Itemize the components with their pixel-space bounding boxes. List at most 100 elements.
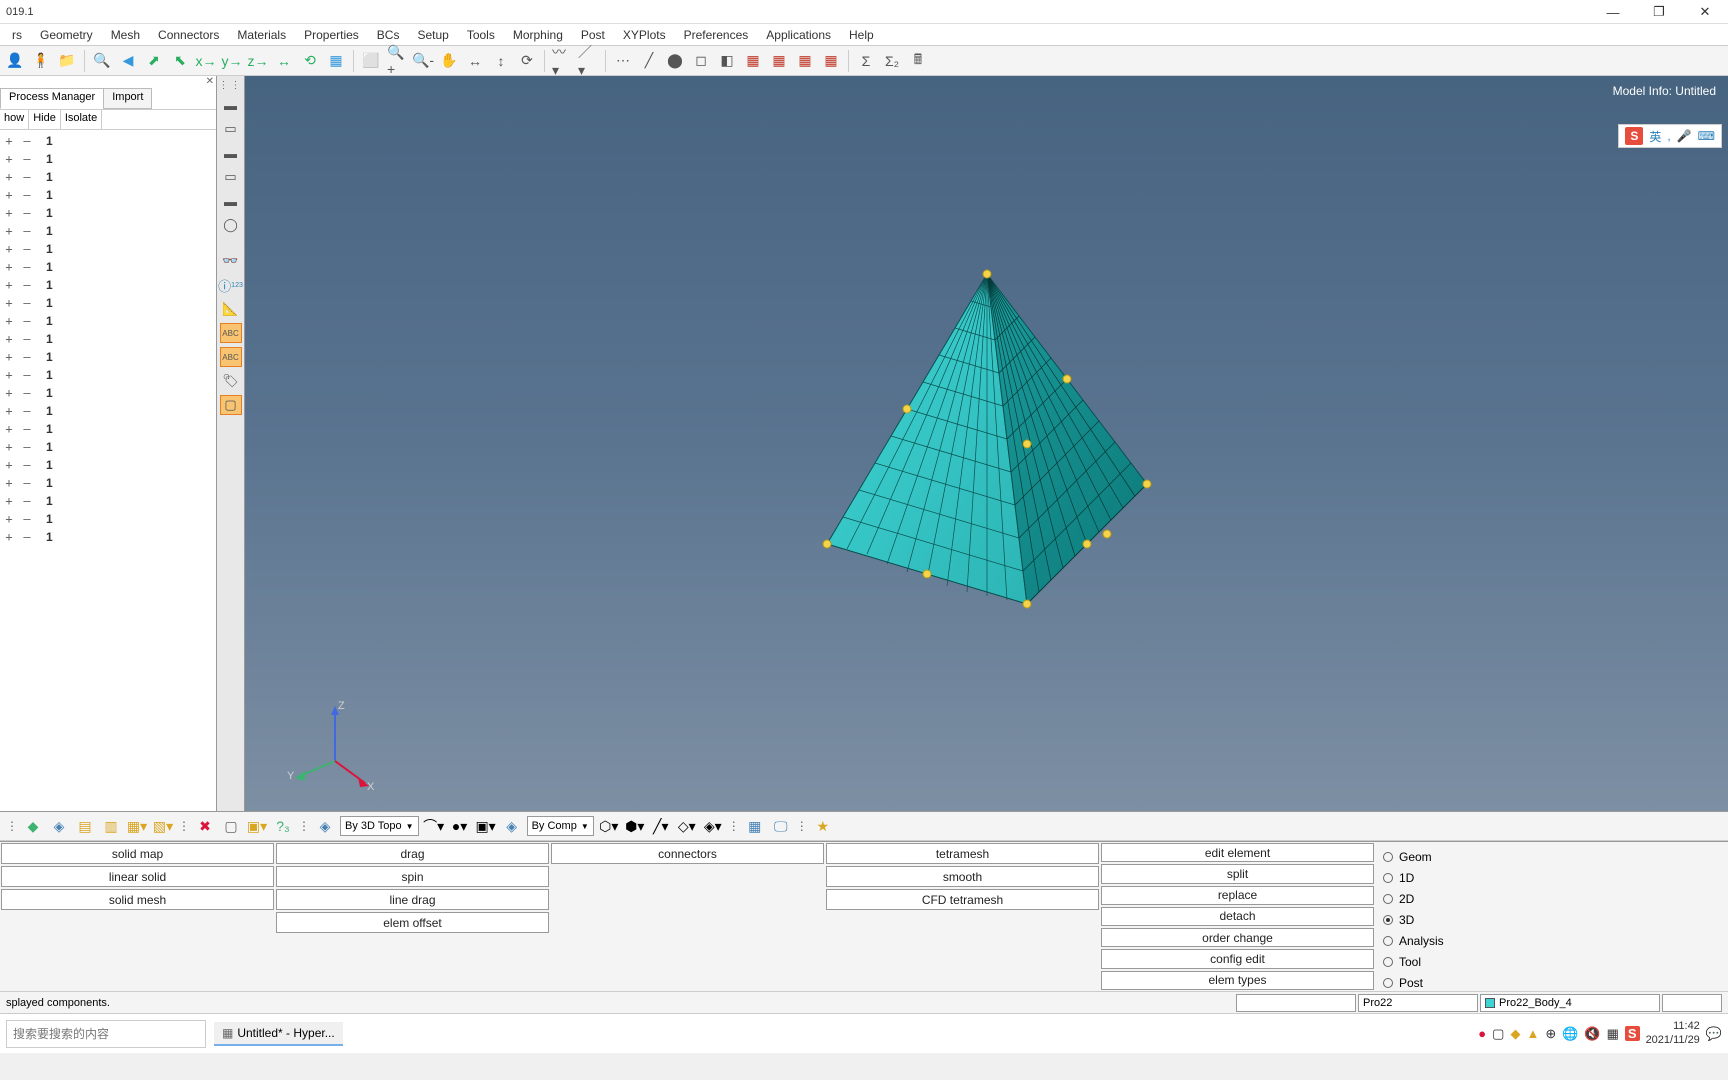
axis-z-icon[interactable]: z→ (247, 50, 269, 72)
expand-icon[interactable]: + (2, 422, 16, 436)
topo-combo[interactable]: By 3D Topo ▼ (340, 816, 419, 836)
network-icon[interactable]: 🌐 (1562, 1026, 1578, 1042)
btn-detach[interactable]: detach (1101, 907, 1374, 926)
btn-drag[interactable]: drag (276, 843, 549, 864)
tree-row[interactable]: +—1 (2, 528, 214, 546)
expand-icon[interactable]: + (2, 494, 16, 508)
record-icon[interactable]: ● (1478, 1026, 1486, 1041)
fill-icon[interactable]: ●▾ (449, 815, 471, 837)
viewport-3d[interactable]: Model Info: Untitled S 英 , 🎤 ⌨ (245, 76, 1728, 811)
axis-xy-icon[interactable]: ⬈ (143, 50, 165, 72)
axis-y-icon[interactable]: y→ (221, 50, 243, 72)
label-abc2-icon[interactable]: ABC (220, 347, 242, 367)
radio-2d[interactable]: 2D (1383, 888, 1487, 909)
btn-cfd-tetramesh[interactable]: CFD tetramesh (826, 889, 1099, 910)
cubes-icon[interactable]: ◧ (716, 50, 738, 72)
tray-icon[interactable]: ◆ (1510, 1026, 1520, 1042)
expand-icon[interactable]: + (2, 152, 16, 166)
user-icon[interactable]: 👤 (4, 50, 26, 72)
tree-row[interactable]: +—1 (2, 456, 214, 474)
zoom-icon[interactable]: 🔍 (91, 50, 113, 72)
menu-item[interactable]: Properties (296, 26, 367, 44)
cube2-icon[interactable]: ▣▾ (475, 815, 497, 837)
cube-icon[interactable]: ◻ (690, 50, 712, 72)
status-box-1[interactable] (1236, 994, 1356, 1012)
line-icon[interactable]: ／▾ (577, 50, 599, 72)
layers2-icon[interactable]: ▥ (100, 815, 122, 837)
panel-close-icon[interactable]: ✕ (206, 76, 214, 87)
fit-icon[interactable]: ▦ (325, 50, 347, 72)
mesh-icon[interactable]: ▦ (742, 50, 764, 72)
tree-row[interactable]: +—1 (2, 222, 214, 240)
comp-combo[interactable]: By Comp ▼ (527, 816, 594, 836)
tree-row[interactable]: +—1 (2, 402, 214, 420)
maximize-button[interactable]: ❐ (1636, 0, 1682, 24)
menu-item[interactable]: Setup (409, 26, 456, 44)
tray-icon[interactable]: ▢ (1492, 1026, 1504, 1042)
tree-row[interactable]: +—1 (2, 240, 214, 258)
tree-view[interactable]: +—1+—1+—1+—1+—1+—1+—1+—1+—1+—1+—1+—1+—1+… (0, 130, 216, 811)
folder-icon[interactable]: 📁 (56, 50, 78, 72)
tree-row[interactable]: +—1 (2, 150, 214, 168)
tree-row[interactable]: +—1 (2, 492, 214, 510)
wire-icon[interactable]: ▭ (220, 119, 242, 139)
options-icon[interactable]: ▣▾ (246, 815, 268, 837)
tray-icon[interactable]: ▲ (1526, 1026, 1539, 1041)
status-box-2[interactable]: Pro22 (1358, 994, 1478, 1012)
tree-row[interactable]: +—1 (2, 366, 214, 384)
taskbar-clock[interactable]: 11:42 2021/11/29 (1646, 1020, 1700, 1046)
close-button[interactable]: ✕ (1682, 0, 1728, 24)
info-icon[interactable]: ⓘ123 (220, 275, 242, 295)
plane2-icon[interactable]: ◈▾ (702, 815, 724, 837)
notification-icon[interactable]: 💬 (1706, 1026, 1722, 1042)
tree-row[interactable]: +—1 (2, 474, 214, 492)
zoom-window-icon[interactable]: ⬜ (360, 50, 382, 72)
expand-icon[interactable]: + (2, 350, 16, 364)
menu-item[interactable]: rs (4, 26, 30, 44)
shaded-icon[interactable]: ▬ (220, 95, 242, 115)
mesh2-icon[interactable]: ▦ (768, 50, 790, 72)
binoculars-icon[interactable]: 👓 (220, 251, 242, 271)
box2-icon[interactable]: ◈ (314, 815, 336, 837)
cube-icon[interactable]: ◈ (48, 815, 70, 837)
ime-indicator[interactable]: S 英 , 🎤 ⌨ (1618, 124, 1722, 148)
zoom-in-icon[interactable]: 🔍+ (386, 50, 408, 72)
menu-item[interactable]: Connectors (150, 26, 227, 44)
grip-icon[interactable]: ⋮ (6, 819, 18, 833)
hidden-icon[interactable]: ▭ (220, 167, 242, 187)
pan-v-icon[interactable]: ↕ (490, 50, 512, 72)
btn-elem-types[interactable]: elem types (1101, 971, 1374, 990)
tree-row[interactable]: +—1 (2, 510, 214, 528)
tree-row[interactable]: +—1 (2, 348, 214, 366)
menu-item[interactable]: Tools (459, 26, 503, 44)
tree-row[interactable]: +—1 (2, 312, 214, 330)
delete-icon[interactable]: ✖ (194, 815, 216, 837)
tree-row[interactable]: +—1 (2, 168, 214, 186)
ime-tray-icon[interactable]: S (1625, 1026, 1640, 1041)
tree-row[interactable]: +—1 (2, 132, 214, 150)
btn-spin[interactable]: spin (276, 866, 549, 887)
sub-icon[interactable]: ▧▾ (152, 815, 174, 837)
layers-icon[interactable]: ▤ (74, 815, 96, 837)
tray-icon[interactable]: ⊕ (1545, 1026, 1556, 1042)
btn-linear-solid[interactable]: linear solid (1, 866, 274, 887)
menu-item[interactable]: XYPlots (615, 26, 674, 44)
expand-icon[interactable]: + (2, 224, 16, 238)
expand-icon[interactable]: + (2, 278, 16, 292)
sigma2-icon[interactable]: Σ₂ (881, 50, 903, 72)
filter-show[interactable]: how (0, 110, 29, 129)
tree-row[interactable]: +—1 (2, 420, 214, 438)
expand-icon[interactable]: + (2, 260, 16, 274)
expand-icon[interactable]: + (2, 296, 16, 310)
btn-tetramesh[interactable]: tetramesh (826, 843, 1099, 864)
expand-icon[interactable]: + (2, 476, 16, 490)
arc-icon[interactable]: ⌒▾ (423, 815, 445, 837)
btn-split[interactable]: split (1101, 864, 1374, 883)
menu-item[interactable]: BCs (369, 26, 408, 44)
back-icon[interactable]: ◀ (117, 50, 139, 72)
expand-icon[interactable]: + (2, 440, 16, 454)
star-icon[interactable]: ★ (812, 815, 834, 837)
box-icon[interactable]: ▢ (220, 815, 242, 837)
menu-item[interactable]: Mesh (103, 26, 148, 44)
axis-x-icon[interactable]: x→ (195, 50, 217, 72)
